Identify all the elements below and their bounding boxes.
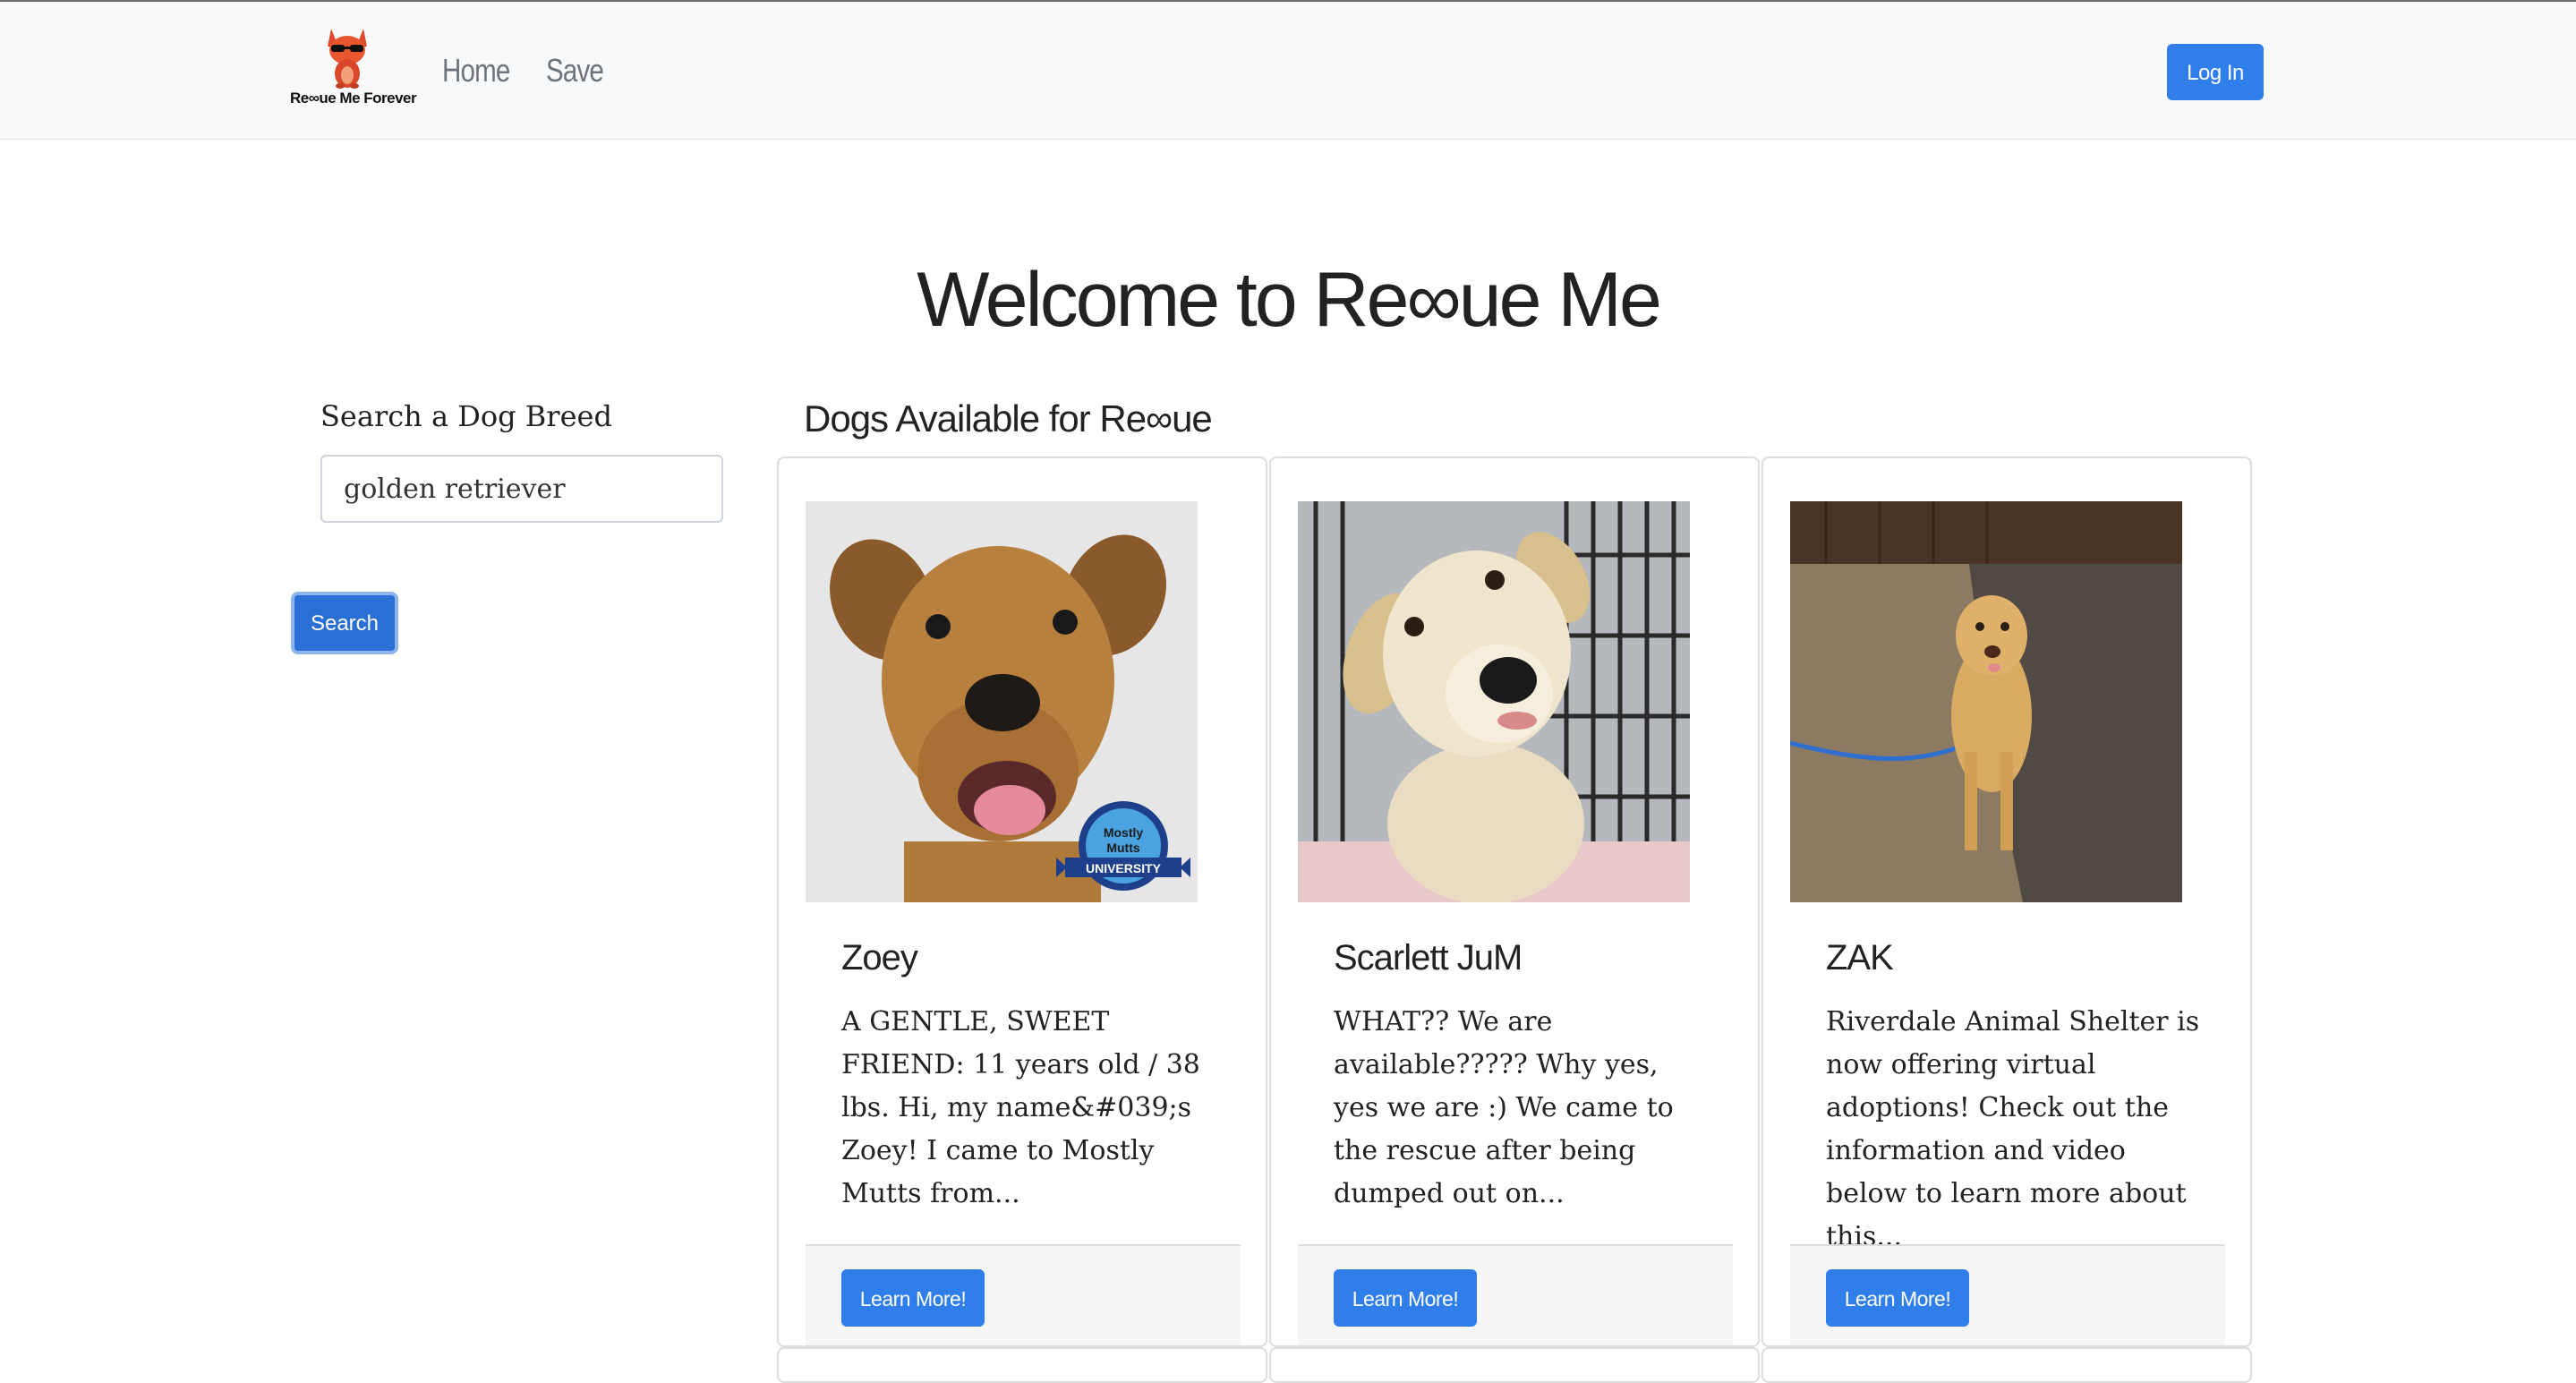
card-footer: Learn More! xyxy=(1298,1244,1733,1345)
dog-photo xyxy=(1790,501,2182,902)
search-input[interactable] xyxy=(320,455,723,523)
learn-more-button[interactable]: Learn More! xyxy=(841,1269,985,1327)
navbar: Re∞ue Me Forever Home Save Log In xyxy=(0,0,2576,140)
dog-logo-icon xyxy=(328,29,367,89)
search-label: Search a Dog Breed xyxy=(320,399,612,433)
dog-photo xyxy=(1298,501,1690,902)
dog-card: ZAK Riverdale Animal Shelter is now offe… xyxy=(1761,457,2252,1347)
learn-more-button[interactable]: Learn More! xyxy=(1334,1269,1477,1327)
dog-description: WHAT?? We are available????? Why yes, ye… xyxy=(1334,1006,1674,1209)
dog-card: Scarlett JuM WHAT?? We are available????… xyxy=(1269,457,1760,1347)
login-button[interactable]: Log In xyxy=(2167,44,2264,100)
dog-photo: Mostly Mutts UNIVERSITY xyxy=(806,501,1198,902)
nav-link-home[interactable]: Home xyxy=(442,52,510,90)
badge-text-mutts: Mutts xyxy=(1106,841,1140,855)
dog-name: ZAK xyxy=(1826,938,1894,977)
dog-card-partial xyxy=(777,1347,1267,1383)
nav-link-save[interactable]: Save xyxy=(546,52,604,90)
search-button[interactable]: Search xyxy=(291,592,398,654)
dog-description: Riverdale Animal Shelter is now offering… xyxy=(1826,1006,2200,1252)
badge-text-university: UNIVERSITY xyxy=(1086,861,1162,875)
logo-text: Re∞ue Me Forever xyxy=(290,90,417,107)
page-title: Welcome to Re∞ue Me xyxy=(917,257,1662,343)
dog-card-partial xyxy=(1269,1347,1760,1383)
learn-more-button[interactable]: Learn More! xyxy=(1826,1269,1969,1327)
dog-card-partial xyxy=(1761,1347,2252,1383)
dog-name: Zoey xyxy=(841,938,918,977)
dog-description: A GENTLE, SWEET FRIEND: 11 years old / 3… xyxy=(841,1006,1200,1209)
results-title: Dogs Available for Re∞ue xyxy=(804,397,1213,440)
logo[interactable]: Re∞ue Me Forever xyxy=(290,23,417,116)
card-footer: Learn More! xyxy=(1790,1244,2225,1345)
badge-text-mostly: Mostly xyxy=(1104,825,1144,840)
card-footer: Learn More! xyxy=(806,1244,1241,1345)
dog-card: Mostly Mutts UNIVERSITY Zoey A GENTLE, S… xyxy=(777,457,1267,1347)
dog-name: Scarlett JuM xyxy=(1334,938,1523,977)
